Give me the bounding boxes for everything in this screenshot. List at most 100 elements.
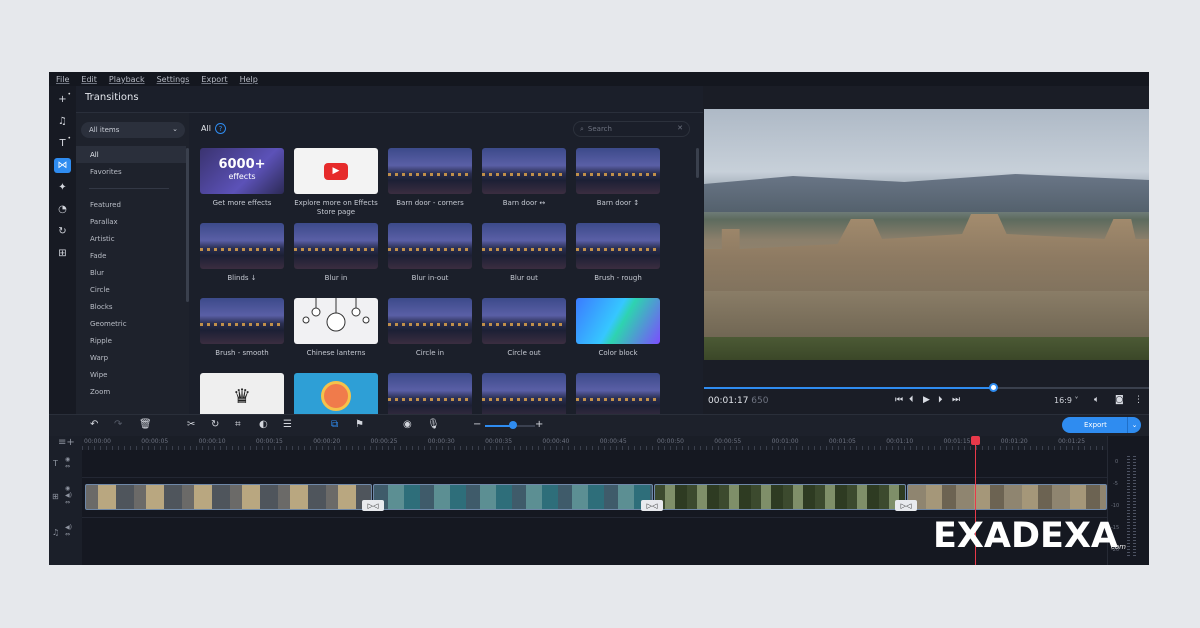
audio-track-controls-icon[interactable]: ◀) ⇔ bbox=[65, 524, 72, 538]
category-divider bbox=[89, 188, 169, 189]
skip-forward-icon[interactable]: ⏭ bbox=[952, 395, 960, 405]
category-item[interactable]: Blocks bbox=[76, 298, 186, 315]
rotate-clip-icon[interactable]: ↻ bbox=[211, 419, 219, 430]
video-clip-2[interactable] bbox=[373, 484, 653, 510]
transition-thumbnail: ▶ bbox=[294, 148, 378, 194]
clear-icon[interactable]: ✕ bbox=[677, 124, 683, 132]
category-item[interactable]: Zoom bbox=[76, 383, 186, 400]
video-clip-1[interactable] bbox=[85, 484, 372, 510]
transition-label: Blur out bbox=[510, 274, 538, 282]
transition-tile[interactable] bbox=[482, 373, 566, 419]
undo-icon[interactable]: ↶ bbox=[90, 419, 98, 430]
transition-tile[interactable]: Barn door ↕ bbox=[576, 148, 660, 208]
timecode-main: 00:01:17 bbox=[708, 396, 749, 406]
clip-properties-icon[interactable]: ☰ bbox=[283, 419, 292, 430]
transition-tile[interactable]: ▶ Explore more on Effects Store page bbox=[294, 148, 378, 217]
add-track-icon[interactable]: ≡+ bbox=[58, 437, 75, 448]
transition-tile[interactable]: Blinds ↓ bbox=[200, 223, 284, 283]
site-watermark-logo: EXADEXA com bbox=[933, 517, 1130, 555]
export-button[interactable]: Export ⌄ bbox=[1062, 417, 1141, 433]
zoom-slider-knob[interactable] bbox=[509, 421, 517, 429]
category-item[interactable]: Circle bbox=[76, 281, 186, 298]
transition-thumbnail bbox=[388, 298, 472, 344]
category-item[interactable]: Wipe bbox=[76, 366, 186, 383]
video-clip-4[interactable] bbox=[907, 484, 1107, 510]
transition-tile[interactable]: Blur in bbox=[294, 223, 378, 283]
transition-tile[interactable]: Barn door ↔ bbox=[482, 148, 566, 208]
transition-label: Color block bbox=[598, 349, 638, 357]
category-item[interactable]: Parallax bbox=[76, 213, 186, 230]
transition-tile[interactable]: Circle out bbox=[482, 298, 566, 358]
ruler-label: 00:00:55 bbox=[714, 438, 742, 445]
watermark-sub: com bbox=[1111, 543, 1126, 551]
zoom-out-icon[interactable]: − bbox=[473, 419, 481, 430]
category-item[interactable]: Featured bbox=[76, 196, 186, 213]
step-forward-icon[interactable]: ⏵ bbox=[938, 395, 943, 405]
ruler-label: 00:00:25 bbox=[370, 438, 398, 445]
transition-thumbnail bbox=[200, 223, 284, 269]
redo-icon[interactable]: ↷ bbox=[114, 419, 122, 430]
transition-tile[interactable]: Color block bbox=[576, 298, 660, 358]
transition-label: Blinds ↓ bbox=[227, 274, 257, 282]
transition-tile[interactable] bbox=[388, 373, 472, 419]
transition-marker[interactable]: ▷◁ bbox=[362, 500, 384, 511]
transition-tile[interactable] bbox=[294, 373, 378, 419]
category-item[interactable]: Ripple bbox=[76, 332, 186, 349]
category-dropdown[interactable]: All items ⌄ bbox=[81, 122, 185, 138]
transition-thumbnail bbox=[294, 223, 378, 269]
category-item[interactable]: Warp bbox=[76, 349, 186, 366]
video-clip-3[interactable] bbox=[654, 484, 906, 510]
transition-tile[interactable]: Brush - rough bbox=[576, 223, 660, 283]
transition-tile[interactable]: Chinese lanterns bbox=[294, 298, 378, 358]
delete-icon[interactable]: 🗑︎ bbox=[139, 419, 152, 430]
snapshot-icon[interactable]: ◙ bbox=[1115, 395, 1124, 405]
scrubber-knob[interactable] bbox=[989, 383, 998, 392]
transition-label: Explore more on Effects Store page bbox=[294, 199, 378, 216]
marker-icon[interactable]: ⚑ bbox=[355, 419, 364, 430]
microphone-icon[interactable]: 🎙︎ bbox=[427, 419, 440, 430]
skip-back-icon[interactable]: ⏮ bbox=[895, 395, 903, 405]
color-adjust-icon[interactable]: ◐ bbox=[259, 419, 268, 430]
volume-icon[interactable]: 🔈︎ bbox=[1094, 395, 1099, 405]
aspect-ratio-select[interactable]: 16:9 ˅ bbox=[1054, 396, 1079, 405]
more-icon[interactable]: ⋮ bbox=[1134, 395, 1143, 405]
transition-marker[interactable]: ▷◁ bbox=[895, 500, 917, 511]
transition-thumbnail: ♛ bbox=[200, 373, 284, 419]
transition-tile[interactable]: Blur in-out bbox=[388, 223, 472, 283]
preview-hills bbox=[704, 174, 1149, 212]
transition-tile[interactable]: 6000+ effects Get more effects bbox=[200, 148, 284, 208]
search-field[interactable]: ⌕ Search ✕ bbox=[573, 121, 690, 137]
cut-icon[interactable]: ✂ bbox=[187, 419, 195, 430]
ruler-label: 00:00:45 bbox=[599, 438, 627, 445]
crop-icon[interactable]: ⌗ bbox=[235, 419, 241, 430]
play-icon[interactable]: ▶ bbox=[923, 395, 930, 405]
category-item[interactable]: Blur bbox=[76, 264, 186, 281]
transition-tile[interactable]: Blur out bbox=[482, 223, 566, 283]
text-track-visibility-icon[interactable]: ◉ ⇔ bbox=[65, 456, 70, 470]
transition-tile[interactable]: Brush - smooth bbox=[200, 298, 284, 358]
transition-tile[interactable]: Barn door - corners bbox=[388, 148, 472, 208]
grid-scrollbar[interactable] bbox=[696, 148, 699, 178]
ruler-label: 00:00:10 bbox=[198, 438, 226, 445]
transition-label: Barn door ↔ bbox=[502, 199, 546, 207]
category-item[interactable]: Favorites bbox=[76, 163, 186, 180]
category-item[interactable]: Artistic bbox=[76, 230, 186, 247]
category-item[interactable]: Fade bbox=[76, 247, 186, 264]
meter-label: -5 bbox=[1113, 481, 1118, 487]
export-dropdown-icon[interactable]: ⌄ bbox=[1127, 417, 1141, 433]
search-placeholder: Search bbox=[587, 125, 612, 133]
overlay-icon[interactable]: ⧉ bbox=[331, 419, 338, 430]
help-icon[interactable]: ? bbox=[215, 123, 226, 134]
zoom-in-icon[interactable]: + bbox=[535, 419, 543, 430]
step-back-icon[interactable]: ⏴ bbox=[909, 395, 914, 405]
video-track-controls-icon[interactable]: ◉ ◀) ⇔ bbox=[65, 485, 72, 506]
category-scrollbar[interactable] bbox=[186, 148, 189, 302]
category-item[interactable]: Geometric bbox=[76, 315, 186, 332]
category-item[interactable]: All bbox=[76, 146, 186, 163]
ruler-label: 00:00:20 bbox=[313, 438, 341, 445]
transition-marker[interactable]: ▷◁ bbox=[641, 500, 663, 511]
webcam-icon[interactable]: ◉ bbox=[403, 419, 412, 430]
transition-tile[interactable]: Circle in bbox=[388, 298, 472, 358]
transition-tile[interactable]: ♛ bbox=[200, 373, 284, 419]
transition-tile[interactable] bbox=[576, 373, 660, 419]
